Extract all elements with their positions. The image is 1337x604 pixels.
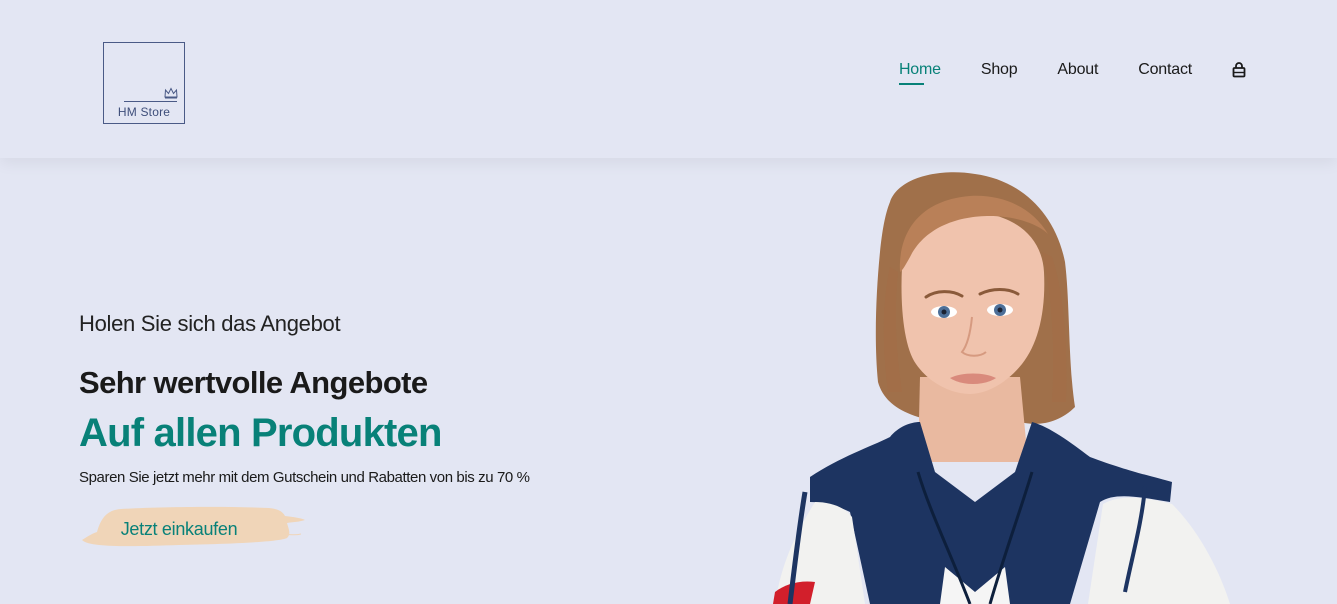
model-in-windbreaker-photo bbox=[773, 172, 1230, 604]
logo-underline bbox=[124, 101, 177, 102]
main-nav: Home Shop About Contact bbox=[859, 58, 1248, 85]
logo[interactable]: HM Store bbox=[103, 42, 185, 124]
crown-icon bbox=[164, 87, 178, 99]
shop-now-label: Jetzt einkaufen bbox=[120, 518, 238, 539]
hero-section: Holen Sie sich das Angebot Sehr wertvoll… bbox=[0, 158, 1337, 604]
hero-kicker: Holen Sie sich das Angebot bbox=[79, 311, 341, 336]
shopping-bag-icon[interactable] bbox=[1232, 61, 1248, 79]
logo-text: HM Store bbox=[117, 105, 171, 119]
hero-description: Sparen Sie jetzt mehr mit dem Gutschein … bbox=[79, 469, 530, 486]
nav-item-about[interactable]: About bbox=[1057, 58, 1098, 82]
shop-now-button[interactable]: Jetzt einkaufen bbox=[79, 504, 307, 552]
nav-item-contact[interactable]: Contact bbox=[1138, 58, 1192, 82]
nav-item-shop[interactable]: Shop bbox=[981, 58, 1018, 82]
site-header: HM Store Home Shop About Contact bbox=[0, 0, 1337, 158]
nav-item-home[interactable]: Home bbox=[898, 58, 941, 85]
hero-highlight: Auf allen Produkten bbox=[79, 411, 442, 455]
hero-heading: Sehr wertvolle Angebote bbox=[79, 365, 428, 400]
